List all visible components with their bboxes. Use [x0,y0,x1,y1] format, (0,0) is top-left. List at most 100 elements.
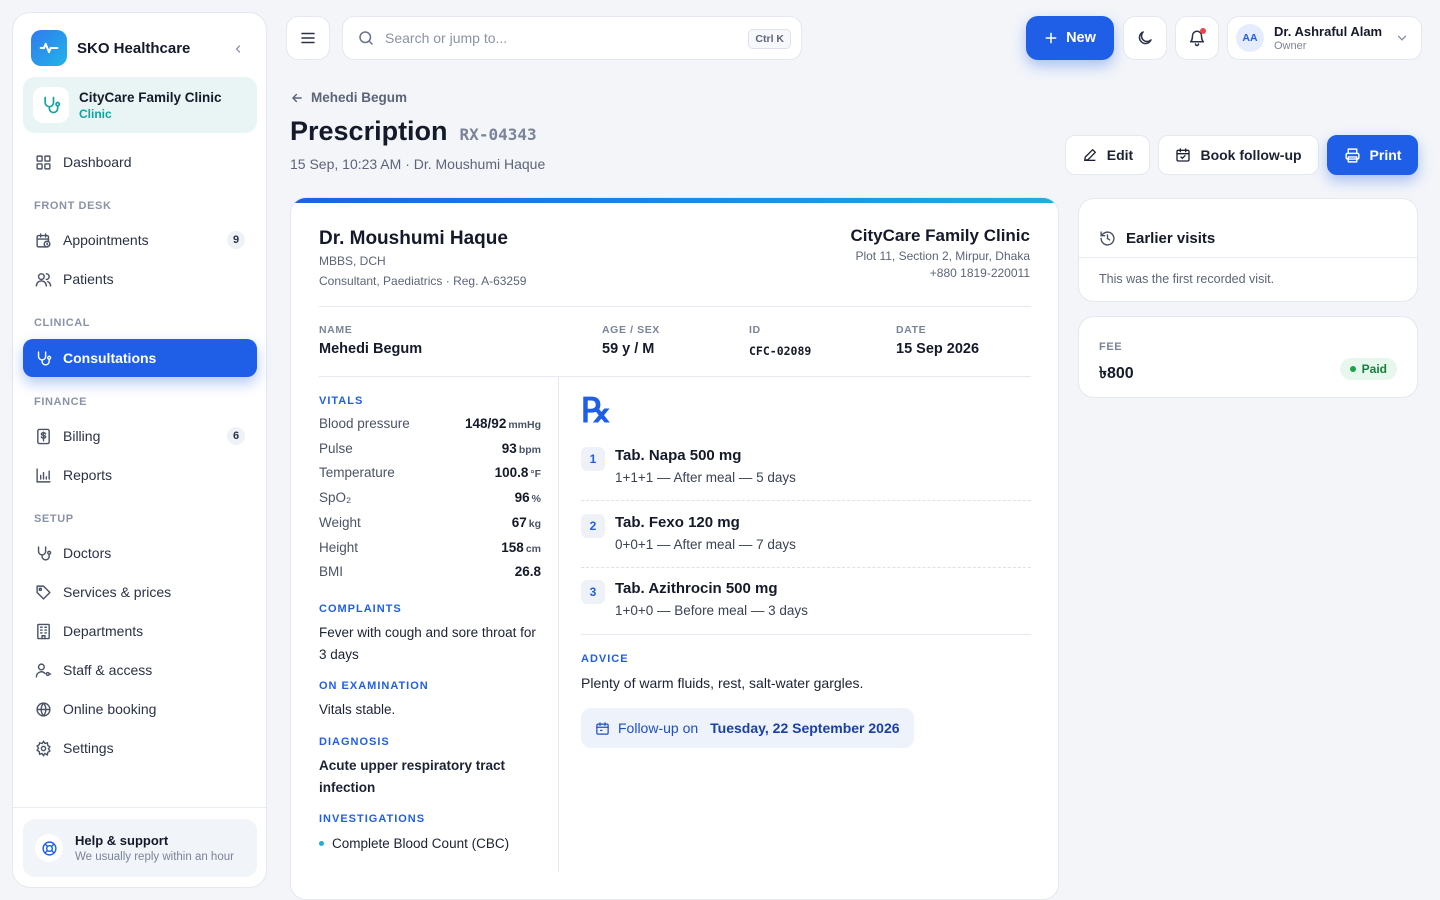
search-shortcut: Ctrl K [748,29,791,49]
clinic-phone: +880 1819-220011 [929,266,1030,280]
sidebar-divider [13,807,266,808]
card-accent-bar [291,198,1058,203]
vital-reading: 26.8 [515,563,541,581]
sidebar-item-departments[interactable]: Departments [23,612,257,650]
stethoscope-icon [33,87,69,123]
sidebar-item-label: Consultations [63,350,157,366]
follow-up-pill[interactable]: Follow-up on Tuesday, 22 September 2026 [581,708,914,748]
investigation-item: Complete Blood Count (CBC) [319,836,509,851]
bar-chart-icon [34,466,52,484]
sidebar-item-patients[interactable]: Patients [23,260,257,298]
earlier-visits-text: This was the first recorded visit. [1099,272,1275,286]
follow-up-prefix: Follow-up on [618,720,699,736]
doctor-name: Dr. Moushumi Haque [319,228,508,249]
stethoscope-icon [34,349,52,367]
medicine-name: Tab. Napa 500 mg [615,447,742,464]
sidebar-item-label: Services & prices [63,584,172,600]
vital-name: Pulse [319,440,353,456]
sidebar-item-services[interactable]: Services & prices [23,573,257,611]
print-button[interactable]: Print [1327,135,1418,175]
search-bar[interactable]: Ctrl K [342,16,802,60]
calendar-clock-icon [34,231,52,249]
print-button-label: Print [1369,147,1402,163]
clinic-switcher[interactable]: CityCare Family Clinic Clinic [23,77,257,133]
vital-name: SpO₂ [319,490,352,506]
new-button-label: New [1066,30,1096,46]
history-icon [1099,230,1116,247]
sidebar-item-consultations[interactable]: Consultations [23,339,257,377]
sidebar-item-settings[interactable]: Settings [23,729,257,767]
field-label: NAME [319,324,353,336]
notifications-button[interactable] [1175,16,1219,60]
nav-section-finance: FINANCE [34,396,88,408]
sidebar-item-reports[interactable]: Reports [23,456,257,494]
printer-icon [1344,147,1361,164]
vital-reading: 93 bpm [502,440,541,458]
vital-reading: 148/92 mmHg [465,415,541,433]
theme-toggle-button[interactable] [1123,16,1167,60]
sidebar-item-dashboard[interactable]: Dashboard [23,143,257,181]
sidebar-item-appointments[interactable]: Appointments 9 [23,221,257,259]
tag-icon [34,583,52,601]
doctor-degrees: MBBS, DCH [319,254,386,268]
globe-icon [34,700,52,718]
chevron-down-icon [1395,31,1409,45]
field-label: AGE / SEX [602,324,660,336]
examination-label: ON EXAMINATION [319,680,429,692]
sidebar-item-label: Staff & access [63,662,153,678]
search-input[interactable] [385,30,725,46]
vital-unit: kg [528,517,541,530]
clinic-address: Plot 11, Section 2, Mirpur, Dhaka [855,249,1030,263]
vital-value: 158 [501,539,524,555]
sidebar-item-label: Doctors [63,545,112,561]
medicine-name: Tab. Azithrocin 500 mg [615,580,778,597]
medicine-separator [581,567,1031,568]
medicine-dose: 0+0+1 — After meal — 7 days [615,537,796,552]
edit-button[interactable]: Edit [1065,135,1150,175]
calendar-check-icon [1175,147,1191,163]
earlier-visits-panel: Earlier visits This was the first record… [1078,198,1418,302]
user-menu[interactable]: AA Dr. Ashraful Alam Owner [1227,16,1422,60]
nav-section-front-desk: FRONT DESK [34,200,112,212]
diagnosis-label: DIAGNOSIS [319,736,390,748]
patient-age-sex: 59 y / M [602,341,655,357]
vital-unit: bpm [518,443,541,456]
doctor-role: Consultant, Paediatrics · Reg. A-63259 [319,274,527,288]
book-follow-up-label: Book follow-up [1200,147,1302,163]
vital-value: 93 [501,440,517,456]
follow-up-date: Tuesday, 22 September 2026 [710,720,900,736]
nav-section-clinical: CLINICAL [34,317,91,329]
sidebar-item-staff[interactable]: Staff & access [23,651,257,689]
medicine-number: 2 [581,514,605,538]
billing-count-badge: 6 [227,427,245,445]
brand[interactable]: SKO Healthcare [31,30,190,66]
fee-value: ৳800 [1099,365,1134,382]
prescription-card: Dr. Moushumi Haque MBBS, DCH Consultant,… [290,197,1059,900]
sidebar-item-online-booking[interactable]: Online booking [23,690,257,728]
sidebar-item-billing[interactable]: Billing 6 [23,417,257,455]
lifebuoy-icon [35,834,63,862]
vital-value: 67 [511,514,527,530]
divider [319,306,1031,307]
patient-id-field: ID CFC-02089 [749,324,811,358]
sidebar-item-label: Dashboard [63,154,132,170]
sidebar-item-label: Settings [63,740,114,756]
help-support-card[interactable]: Help & support We usually reply within a… [23,819,257,877]
sidebar-item-label: Appointments [63,232,149,248]
rx-code: RX-04343 [459,125,537,144]
menu-button[interactable] [286,16,330,60]
vital-value: 96 [514,490,530,506]
sidebar-item-label: Billing [63,428,101,444]
vital-name: Temperature [319,465,395,481]
notification-dot [1200,28,1206,34]
patient-name: Mehedi Begum [319,341,423,357]
back-link[interactable]: Mehedi Begum [290,90,407,105]
user-key-icon [34,661,52,679]
patient-name-field: NAME Mehedi Begum [319,324,422,357]
sidebar-item-label: Patients [63,271,114,287]
book-follow-up-button[interactable]: Book follow-up [1158,135,1319,175]
sidebar-item-doctors[interactable]: Doctors [23,534,257,572]
back-link-label: Mehedi Begum [311,90,408,105]
chevron-left-icon[interactable] [230,41,246,57]
new-button[interactable]: New [1026,16,1114,60]
